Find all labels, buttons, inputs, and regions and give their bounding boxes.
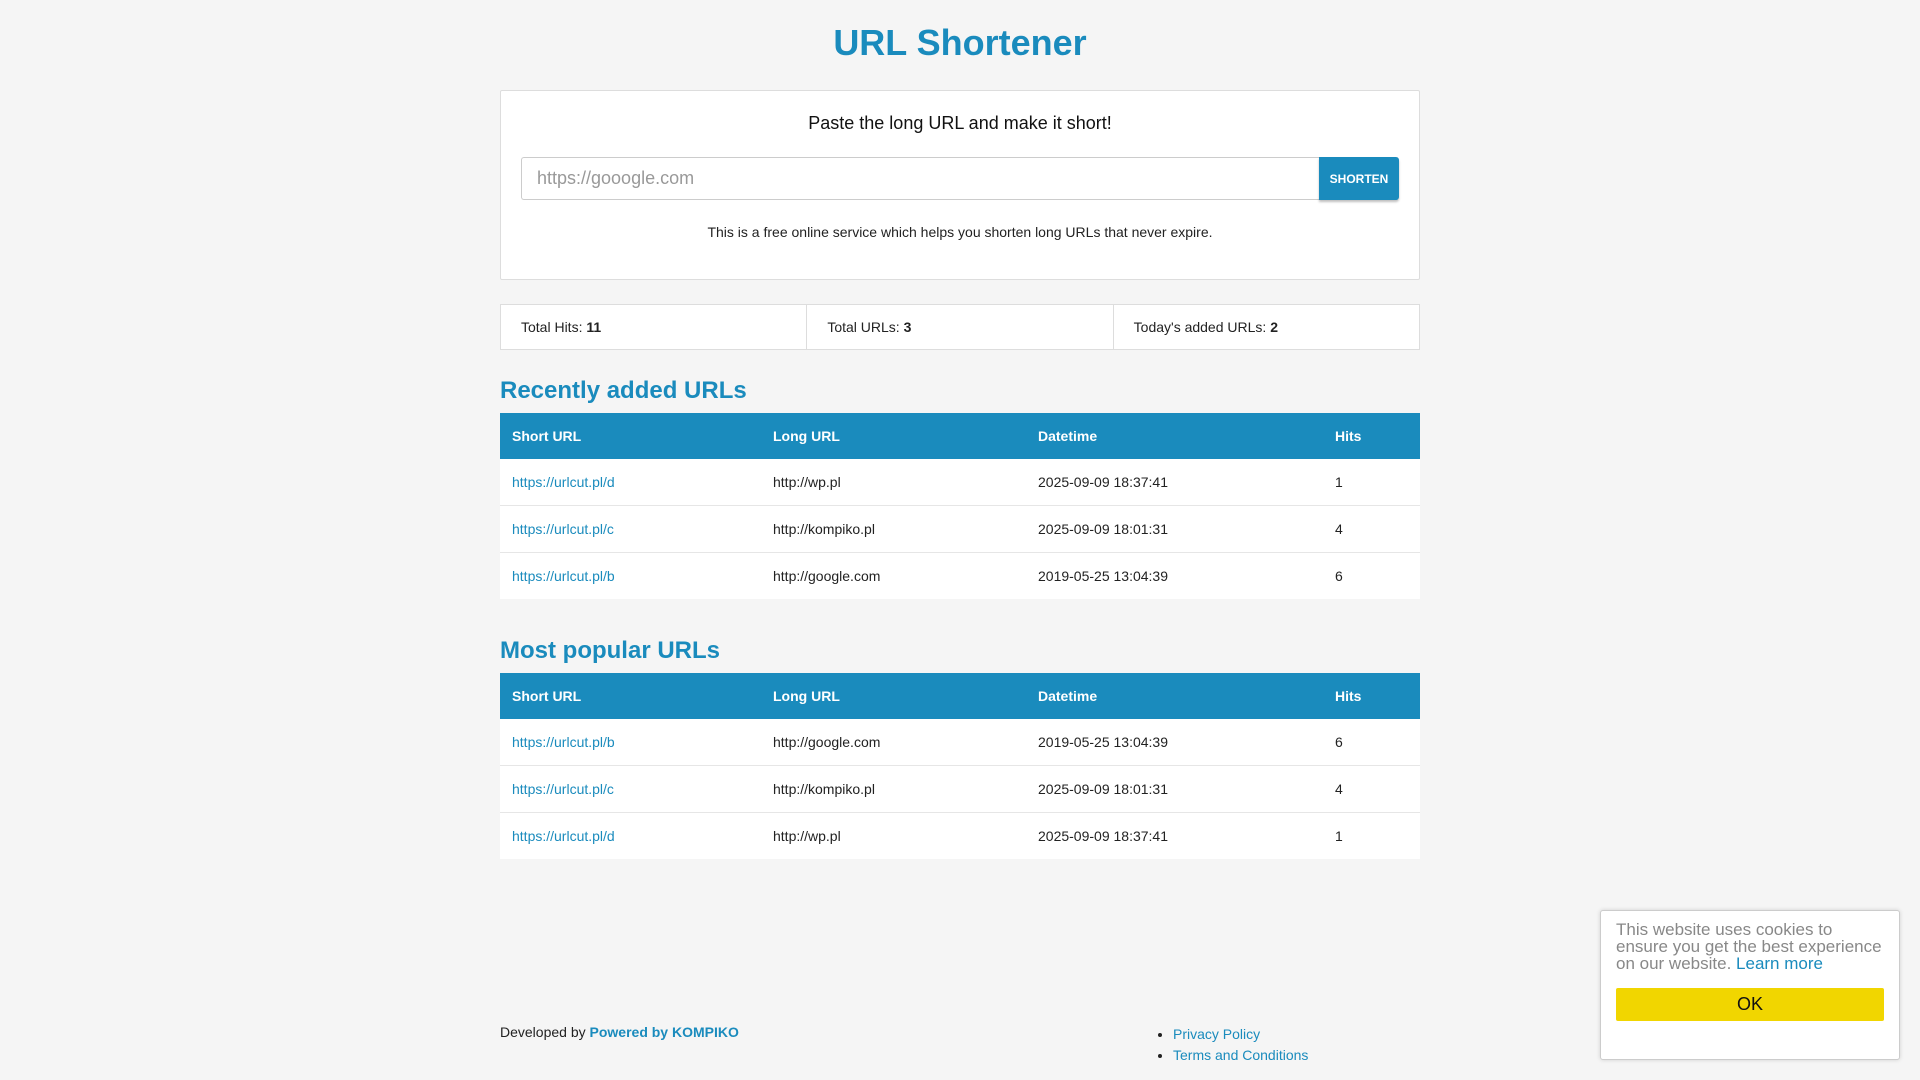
- stat-today-urls: Today's added URLs: 2: [1114, 305, 1419, 349]
- table-header-row: Short URL Long URL Datetime Hits: [500, 413, 1420, 459]
- hits-cell: 1: [1335, 828, 1343, 844]
- stat-label: Today's added URLs:: [1133, 319, 1267, 335]
- table-row: https://urlcut.pl/c http://kompiko.pl 20…: [500, 765, 1420, 813]
- datetime-cell: 2025-09-09 18:37:41: [1038, 828, 1168, 844]
- column-header: Hits: [1323, 413, 1420, 459]
- long-url-cell: http://kompiko.pl: [761, 765, 1026, 813]
- url-input[interactable]: [521, 157, 1319, 200]
- privacy-policy-link[interactable]: Privacy Policy: [1173, 1026, 1260, 1042]
- short-url-link[interactable]: https://urlcut.pl/c: [512, 781, 614, 797]
- developed-by-text: Developed by: [500, 1024, 586, 1040]
- recent-urls-title: Recently added URLs: [500, 377, 747, 404]
- shorten-button[interactable]: SHORTEN: [1319, 157, 1399, 200]
- shortener-card: Paste the long URL and make it short! SH…: [500, 90, 1420, 280]
- footer-link-item: Terms and Conditions: [1173, 1045, 1308, 1066]
- recent-urls-table: Short URL Long URL Datetime Hits https:/…: [500, 413, 1420, 599]
- stats-bar: Total Hits: 11 Total URLs: 3 Today's add…: [500, 304, 1420, 350]
- cookie-text: This website uses cookies to ensure you …: [1616, 921, 1884, 972]
- service-info: This is a free online service which help…: [707, 224, 1213, 240]
- short-url-link[interactable]: https://urlcut.pl/c: [512, 521, 614, 537]
- long-url-cell: http://kompiko.pl: [761, 505, 1026, 553]
- footer-links: Privacy Policy Terms and Conditions: [1150, 1024, 1308, 1066]
- popular-urls-table: Short URL Long URL Datetime Hits https:/…: [500, 673, 1420, 859]
- column-header: Short URL: [500, 673, 761, 719]
- datetime-cell: 2025-09-09 18:37:41: [1026, 459, 1323, 506]
- stat-label: Total Hits:: [521, 319, 583, 335]
- table-header-row: Short URL Long URL Datetime Hits: [500, 673, 1420, 719]
- main-container: URL Shortener Paste the long URL and mak…: [500, 0, 1420, 859]
- datetime-cell: 2019-05-25 13:04:39: [1038, 568, 1168, 584]
- long-url-cell: http://wp.pl: [773, 828, 841, 844]
- hits-cell: 6: [1335, 568, 1343, 584]
- stat-value: 2: [1270, 319, 1278, 335]
- cookie-ok-button[interactable]: OK: [1616, 988, 1884, 1021]
- short-url-link[interactable]: https://urlcut.pl/b: [512, 568, 615, 584]
- table-row: https://urlcut.pl/d http://wp.pl 2025-09…: [500, 459, 1420, 506]
- shorten-form: SHORTEN: [521, 157, 1399, 200]
- short-url-link[interactable]: https://urlcut.pl/d: [512, 828, 615, 844]
- stat-total-urls: Total URLs: 3: [807, 305, 1114, 349]
- datetime-cell: 2025-09-09 18:01:31: [1026, 765, 1323, 813]
- footer-link-item: Privacy Policy: [1173, 1024, 1308, 1045]
- column-header: Datetime: [1026, 673, 1323, 719]
- column-header: Short URL: [500, 413, 761, 459]
- long-url-cell: http://google.com: [773, 568, 881, 584]
- stat-label: Total URLs:: [827, 319, 900, 335]
- learn-more-link[interactable]: Learn more: [1736, 954, 1823, 973]
- popular-urls-title: Most popular URLs: [500, 637, 720, 664]
- table-row: https://urlcut.pl/c http://kompiko.pl 20…: [500, 505, 1420, 553]
- shortener-heading: Paste the long URL and make it short!: [808, 113, 1112, 133]
- page-title: URL Shortener: [833, 22, 1087, 63]
- hits-cell: 4: [1323, 505, 1420, 553]
- hits-cell: 4: [1323, 765, 1420, 813]
- kompiko-link[interactable]: Powered by KOMPIKO: [590, 1024, 739, 1040]
- terms-link[interactable]: Terms and Conditions: [1173, 1047, 1308, 1063]
- long-url-cell: http://google.com: [761, 719, 1026, 766]
- datetime-cell: 2019-05-25 13:04:39: [1026, 719, 1323, 766]
- stat-total-hits: Total Hits: 11: [501, 305, 808, 349]
- datetime-cell: 2025-09-09 18:01:31: [1026, 505, 1323, 553]
- footer-credits: Developed by Powered by KOMPIKO: [500, 1024, 739, 1040]
- stat-value: 3: [903, 319, 912, 335]
- column-header: Long URL: [761, 673, 1026, 719]
- table-row: https://urlcut.pl/b http://google.com 20…: [500, 553, 1420, 600]
- cookie-banner: This website uses cookies to ensure you …: [1600, 910, 1900, 1060]
- hits-cell: 1: [1323, 459, 1420, 506]
- column-header: Hits: [1323, 673, 1420, 719]
- stat-value: 11: [586, 319, 602, 335]
- short-url-link[interactable]: https://urlcut.pl/b: [512, 734, 615, 750]
- long-url-cell: http://wp.pl: [761, 459, 1026, 506]
- column-header: Long URL: [761, 413, 1026, 459]
- table-row: https://urlcut.pl/d http://wp.pl 2025-09…: [500, 813, 1420, 860]
- short-url-link[interactable]: https://urlcut.pl/d: [512, 474, 615, 490]
- table-row: https://urlcut.pl/b http://google.com 20…: [500, 719, 1420, 766]
- column-header: Datetime: [1026, 413, 1323, 459]
- hits-cell: 6: [1323, 719, 1420, 766]
